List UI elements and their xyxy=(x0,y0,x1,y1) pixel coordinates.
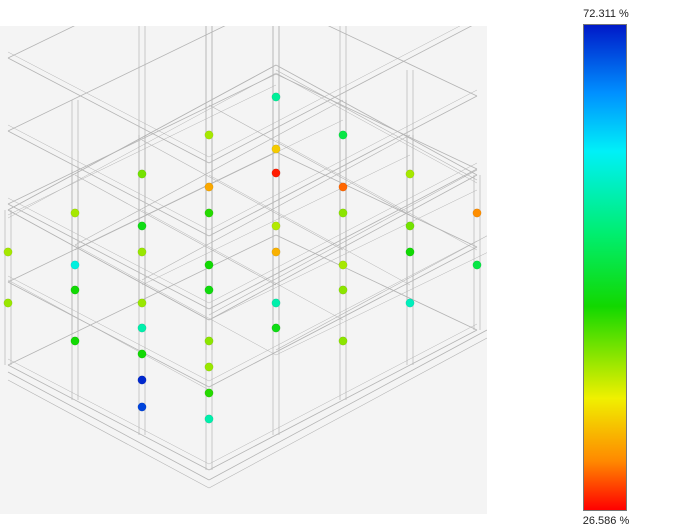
frame-member xyxy=(7,371,210,481)
probe-point-p38[interactable] xyxy=(204,362,214,372)
frame-member xyxy=(275,234,478,331)
frame-member xyxy=(7,379,210,489)
frame-member xyxy=(141,139,344,251)
probe-point-p20[interactable] xyxy=(204,260,214,270)
probe-point-p35[interactable] xyxy=(271,323,281,333)
frame-member xyxy=(7,26,75,59)
probe-point-p14[interactable] xyxy=(338,208,348,218)
model-viewport[interactable] xyxy=(0,26,487,514)
frame-member xyxy=(208,337,487,489)
probe-point-p40[interactable] xyxy=(204,388,214,398)
probe-point-p42[interactable] xyxy=(204,414,214,424)
probe-point-p09[interactable] xyxy=(204,182,214,192)
frame-member xyxy=(7,51,210,158)
probe-point-p19[interactable] xyxy=(137,247,147,257)
probe-point-p26[interactable] xyxy=(70,285,80,295)
structural-frame-wireframe xyxy=(3,26,487,489)
frame-member xyxy=(7,130,210,237)
frame-member xyxy=(7,203,210,310)
probe-point-p28[interactable] xyxy=(204,285,214,295)
probe-point-p02[interactable] xyxy=(204,130,214,140)
legend-min-label: 26.586 % xyxy=(582,515,630,527)
frame-member xyxy=(7,124,210,231)
probe-point-p25[interactable] xyxy=(3,298,13,308)
probe-point-p21[interactable] xyxy=(271,247,281,257)
probe-point-p01[interactable] xyxy=(271,92,281,102)
frame-member xyxy=(141,134,411,281)
frame-member xyxy=(7,73,277,205)
probe-point-p11[interactable] xyxy=(137,221,147,231)
probe-points xyxy=(3,92,482,424)
probe-point-p03[interactable] xyxy=(338,130,348,140)
frame-member xyxy=(7,358,210,465)
probe-point-p41[interactable] xyxy=(137,402,147,412)
frame-member xyxy=(7,364,210,471)
probe-point-p30[interactable] xyxy=(338,285,348,295)
frame-member xyxy=(7,72,277,219)
frame-member xyxy=(275,69,478,181)
frame-member xyxy=(208,26,473,164)
frame-member xyxy=(74,99,344,246)
frame-member xyxy=(7,279,210,391)
probe-point-p24[interactable] xyxy=(472,260,482,270)
color-scale-bar xyxy=(583,24,627,511)
frame-member xyxy=(7,64,277,211)
frame-member xyxy=(7,275,210,382)
probe-point-p07[interactable] xyxy=(405,169,415,179)
probe-point-p32[interactable] xyxy=(70,336,80,346)
probe-point-p36[interactable] xyxy=(338,336,348,346)
probe-point-p39[interactable] xyxy=(137,375,147,385)
frame-member xyxy=(327,26,478,97)
frame-member xyxy=(275,73,478,170)
probe-point-p18[interactable] xyxy=(70,260,80,270)
probe-point-p06[interactable] xyxy=(338,182,348,192)
frame-lines xyxy=(4,26,487,489)
probe-point-p34[interactable] xyxy=(204,336,214,346)
probe-point-p37[interactable] xyxy=(137,349,147,359)
probe-point-p23[interactable] xyxy=(405,247,415,257)
probe-point-p05[interactable] xyxy=(271,144,281,154)
probe-point-p13[interactable] xyxy=(271,221,281,231)
frame-member xyxy=(7,209,210,321)
probe-point-p08[interactable] xyxy=(137,169,147,179)
probe-point-p33[interactable] xyxy=(137,323,147,333)
frame-member xyxy=(208,174,411,286)
frame-member xyxy=(7,57,210,164)
probe-point-p27[interactable] xyxy=(137,298,147,308)
frame-member xyxy=(208,329,487,481)
probe-point-p22[interactable] xyxy=(338,260,348,270)
probe-point-p29[interactable] xyxy=(271,298,281,308)
probe-point-p31[interactable] xyxy=(405,298,415,308)
frame-member xyxy=(208,329,478,471)
probe-point-p17[interactable] xyxy=(3,247,13,257)
probe-point-p12[interactable] xyxy=(204,208,214,218)
probe-point-p04[interactable] xyxy=(271,168,281,178)
probe-point-p15[interactable] xyxy=(405,221,415,231)
probe-point-p16[interactable] xyxy=(472,208,482,218)
frame-member xyxy=(275,139,478,251)
probe-point-p10[interactable] xyxy=(70,208,80,218)
frame-member xyxy=(7,26,226,132)
legend-max-label: 72.311 % xyxy=(583,8,629,20)
frame-member xyxy=(7,281,210,388)
frame-member xyxy=(7,84,277,216)
frame-member xyxy=(7,197,210,304)
